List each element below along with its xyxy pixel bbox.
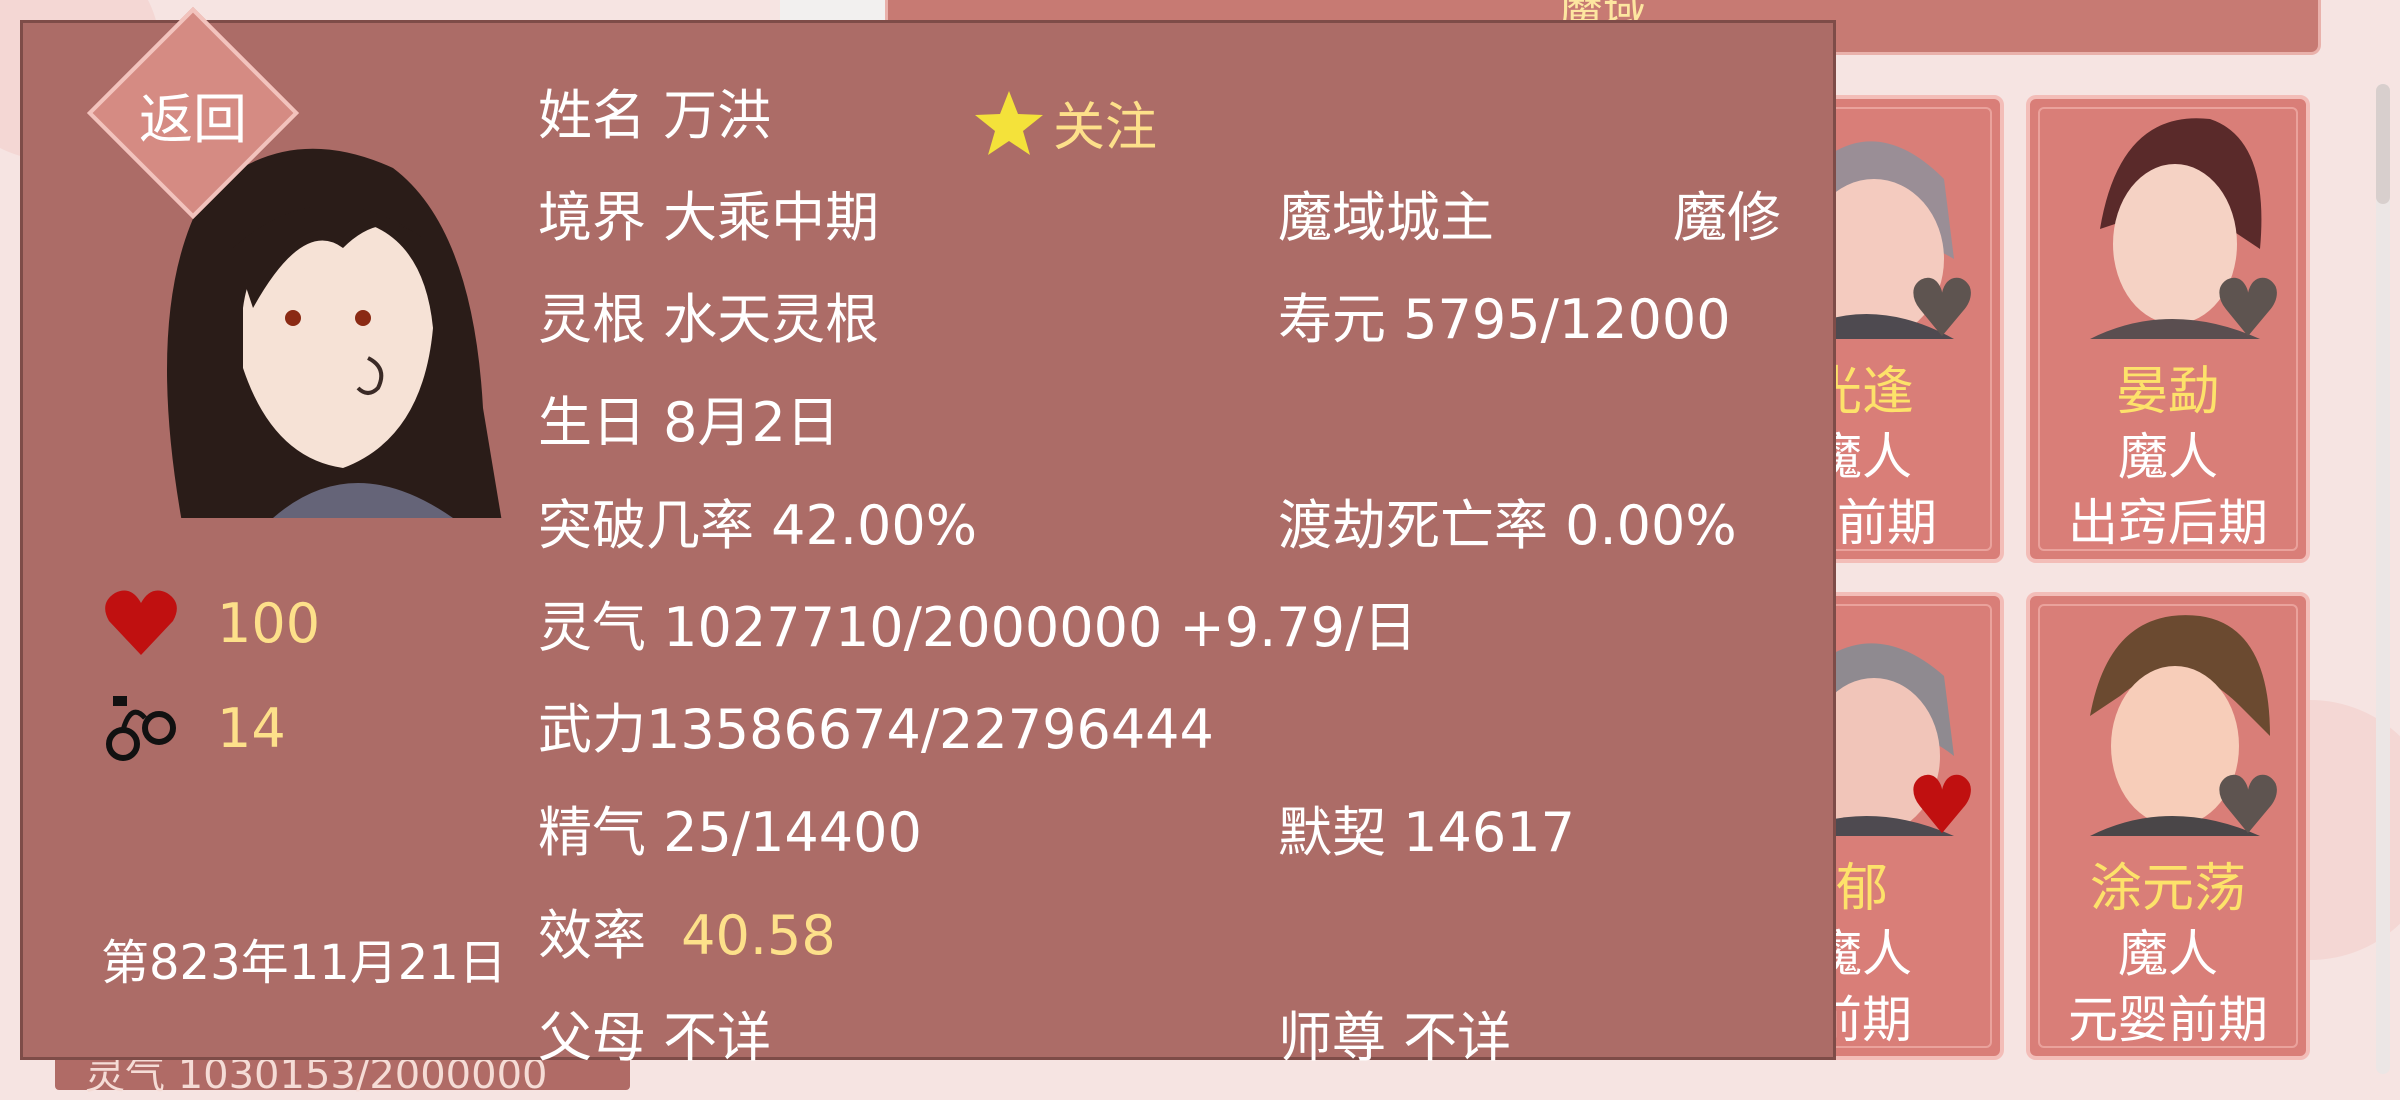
game-date: 第823年11月21日 bbox=[101, 935, 507, 991]
realm-row: 境界 大乘中期 bbox=[538, 186, 880, 249]
sect-row: 魔修 bbox=[1673, 186, 1781, 249]
bond-stat: 14 bbox=[101, 688, 286, 768]
character-race: 魔人 bbox=[2118, 925, 2218, 983]
heart-icon: ♥ bbox=[2212, 759, 2284, 852]
top-tab[interactable] bbox=[780, 0, 885, 22]
scrollbar-thumb[interactable] bbox=[2376, 84, 2390, 204]
essence-row: 精气 25/14400 bbox=[538, 801, 922, 864]
tacit-row: 默契 14617 bbox=[1278, 801, 1575, 864]
efficiency-label: 效率 bbox=[538, 904, 646, 967]
title-row: 魔域城主 bbox=[1278, 186, 1494, 249]
birthday-row: 生日 8月2日 bbox=[538, 391, 840, 454]
follow-label[interactable]: 关注 bbox=[1053, 85, 1157, 160]
handcuffs-icon bbox=[106, 696, 176, 761]
heart-icon: ♥ bbox=[2212, 262, 2284, 355]
master-row: 师尊 不详 bbox=[1278, 1006, 1512, 1069]
heart-icon: ♥ bbox=[1906, 262, 1978, 355]
lifespan-row: 寿元 5795/12000 bbox=[1278, 288, 1731, 351]
qi-row: 灵气 1027710/2000000 +9.79/日 bbox=[538, 596, 1418, 659]
bond-value: 14 bbox=[217, 696, 286, 760]
character-detail-panel: 返回 100 14 第823年11月21日 姓名 万洪 关注 境界 大乘中期 魔… bbox=[20, 6, 1836, 1069]
character-name: 涂元荡 bbox=[2089, 859, 2246, 919]
spirit-root-row: 灵根 水天灵根 bbox=[538, 288, 880, 351]
character-card[interactable]: ♥ 晏勐 魔人 出窍后期 bbox=[2026, 95, 2310, 563]
character-realm: 出窍后期 bbox=[2068, 494, 2268, 552]
character-card[interactable]: ♥ 涂元荡 魔人 元婴前期 bbox=[2026, 592, 2310, 1060]
character-realm: 元婴前期 bbox=[2068, 991, 2268, 1049]
character-name: 晏勐 bbox=[2115, 362, 2220, 422]
efficiency-value: 40.58 bbox=[681, 904, 836, 967]
force-row: 武力13586674/22796444 bbox=[538, 698, 1214, 761]
health-stat: 100 bbox=[101, 583, 320, 663]
health-value: 100 bbox=[217, 591, 321, 655]
heart-icon bbox=[105, 590, 177, 655]
name-row: 姓名 万洪 bbox=[538, 84, 772, 147]
tribulation-row: 渡劫死亡率 0.00% bbox=[1278, 494, 1737, 557]
heart-icon: ♥ bbox=[1906, 759, 1978, 852]
scrollbar[interactable] bbox=[2376, 84, 2390, 1074]
efficiency-row: 效率 40.58 bbox=[538, 891, 836, 970]
star-icon bbox=[975, 90, 1043, 155]
parents-row: 父母 不详 bbox=[538, 1006, 772, 1069]
character-race: 魔人 bbox=[2118, 428, 2218, 486]
follow-button[interactable]: 关注 bbox=[973, 85, 1157, 160]
back-label[interactable]: 返回 bbox=[111, 75, 275, 154]
breakthrough-row: 突破几率 42.00% bbox=[538, 494, 978, 557]
